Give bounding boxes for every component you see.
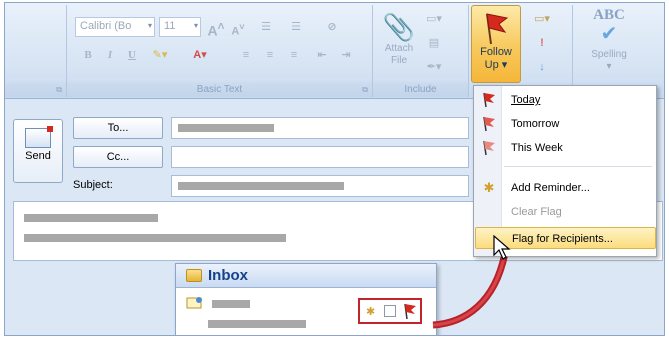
menu-item-add-reminder-label: Add Reminder... — [511, 182, 590, 194]
outlook-window: ⧉ Calibri (Bo ▾ 11 ▾ A˄ A˅ ☰ ☰ ⊘ B I U ✎… — [4, 2, 665, 336]
menu-item-tomorrow-label: Tomorrow — [511, 118, 560, 130]
follow-up-menu: Today Tomorrow This Week ✱ Add Reminder.… — [473, 85, 657, 257]
flag-icon — [481, 116, 497, 132]
bell-icon: ✱ — [483, 180, 495, 195]
menu-item-clear-flag-label: Clear Flag — [511, 206, 562, 218]
menu-item-this-week[interactable]: This Week — [475, 137, 656, 159]
flag-icon — [481, 140, 497, 156]
mouse-cursor-icon — [493, 235, 511, 260]
menu-separator — [504, 166, 652, 167]
menu-item-tomorrow[interactable]: Tomorrow — [475, 113, 656, 135]
flag-icon — [481, 92, 497, 108]
menu-item-clear-flag: Clear Flag — [475, 201, 656, 223]
menu-item-this-week-label: This Week — [511, 142, 563, 154]
menu-item-today[interactable]: Today — [475, 89, 656, 111]
menu-item-add-reminder[interactable]: ✱ Add Reminder... — [475, 177, 656, 199]
menu-item-flag-for-recipients-label: Flag for Recipients... — [512, 233, 613, 245]
menu-item-today-label: Today — [511, 94, 541, 106]
